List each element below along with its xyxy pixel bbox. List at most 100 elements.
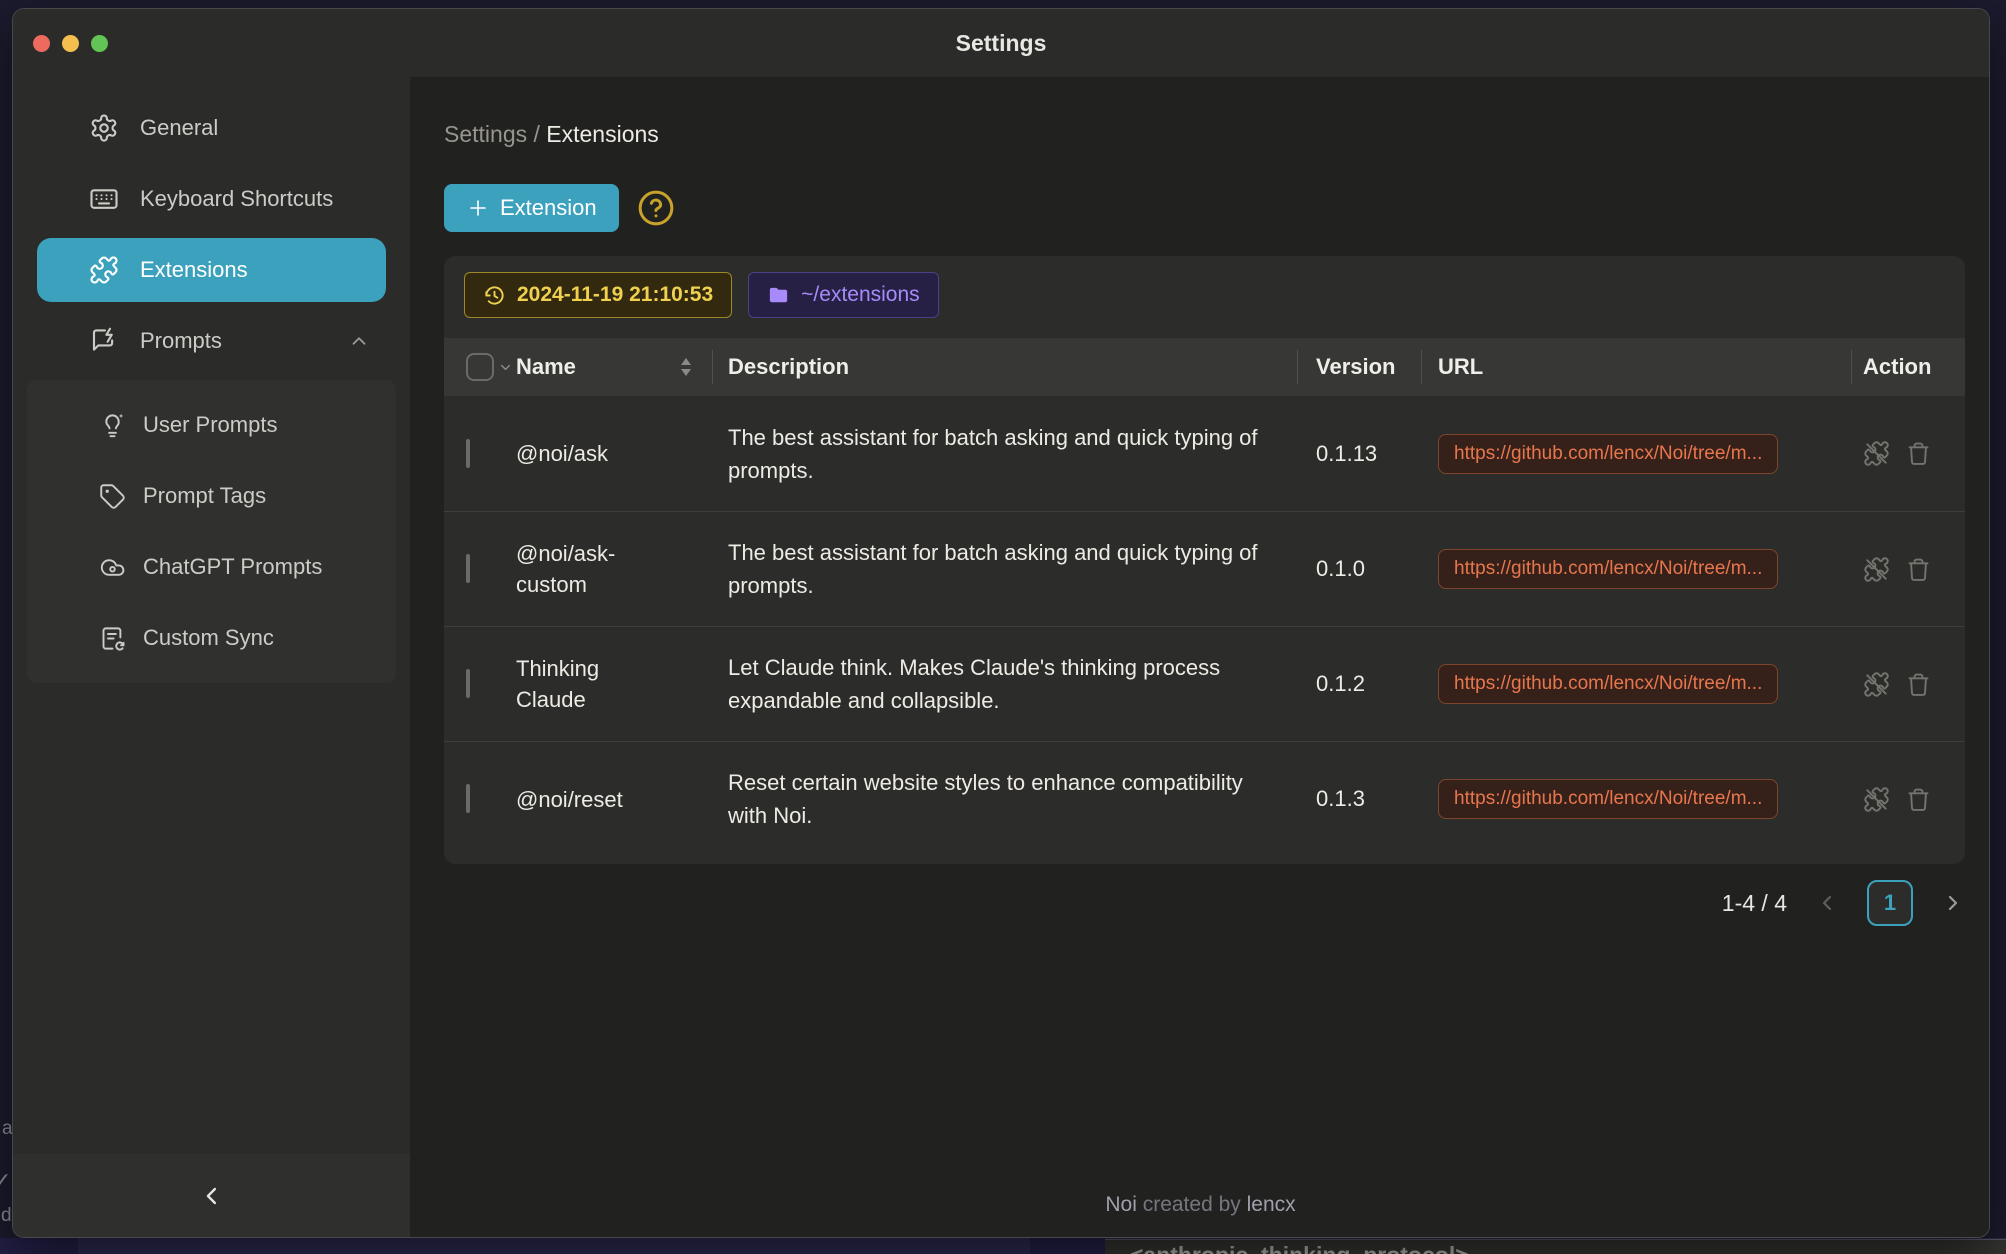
delete-extension-icon[interactable] (1905, 671, 1932, 698)
select-all-checkbox[interactable] (466, 353, 494, 381)
sidebar-item-prompt-tags[interactable]: Prompt Tags (27, 464, 396, 528)
background-window-fragment (1030, 1238, 1105, 1254)
disable-extension-icon[interactable] (1863, 671, 1890, 698)
disable-extension-icon[interactable] (1863, 440, 1890, 467)
sidebar-item-label: User Prompts (143, 412, 277, 438)
minimize-window-button[interactable] (62, 35, 79, 52)
directory-badge[interactable]: ~/extensions (748, 272, 939, 318)
add-extension-button[interactable]: Extension (444, 184, 619, 232)
add-extension-label: Extension (500, 195, 597, 221)
column-header-description: Description (728, 354, 849, 380)
delete-extension-icon[interactable] (1905, 556, 1932, 583)
timestamp-badge[interactable]: 2024-11-19 21:10:53 (464, 272, 732, 318)
sidebar-footer (13, 1154, 410, 1237)
table-meta-row: 2024-11-19 21:10:53 ~/extensions (444, 272, 1965, 338)
help-icon[interactable] (637, 189, 675, 227)
row-checkbox[interactable] (466, 554, 470, 583)
maximize-window-button[interactable] (91, 35, 108, 52)
titlebar: Settings (13, 9, 1989, 77)
sidebar-item-label: Custom Sync (143, 625, 274, 651)
sidebar-item-label: Prompt Tags (143, 483, 266, 509)
row-checkbox[interactable] (466, 439, 470, 468)
pagination-prev-button[interactable] (1815, 891, 1839, 915)
close-window-button[interactable] (33, 35, 50, 52)
breadcrumb-settings-link[interactable]: Settings (444, 121, 527, 147)
extension-name: @noi/reset (516, 784, 712, 815)
column-header-url: URL (1438, 354, 1483, 380)
folder-icon (767, 284, 790, 307)
extension-row: @noi/ask The best assistant for batch as… (444, 396, 1965, 511)
breadcrumb-separator: / (527, 121, 546, 147)
chevron-left-icon (1815, 891, 1839, 915)
sidebar-item-keyboard-shortcuts[interactable]: Keyboard Shortcuts (37, 167, 386, 231)
chevron-up-icon[interactable] (348, 330, 370, 352)
extension-url-link[interactable]: https://github.com/lencx/Noi/tree/m... (1438, 779, 1778, 819)
breadcrumb-current: Extensions (546, 121, 659, 147)
column-header-action: Action (1863, 354, 1931, 380)
extension-url-link[interactable]: https://github.com/lencx/Noi/tree/m... (1438, 434, 1778, 474)
footer-app-link[interactable]: Noi (1105, 1193, 1137, 1216)
sidebar-item-chatgpt-prompts[interactable]: ChatGPT Prompts (27, 535, 396, 599)
sidebar: General Keyboard Shortcuts Extensions Pr… (13, 77, 410, 1237)
extension-url-link[interactable]: https://github.com/lencx/Noi/tree/m... (1438, 664, 1778, 704)
pagination-summary: 1-4 / 4 (1722, 890, 1787, 917)
background-window-fragment (0, 1238, 78, 1254)
document-sync-icon (99, 625, 126, 652)
extension-description: The best assistant for batch asking and … (712, 421, 1297, 487)
sidebar-item-label: Keyboard Shortcuts (140, 186, 333, 212)
pagination-next-button[interactable] (1941, 891, 1965, 915)
sidebar-item-extensions[interactable]: Extensions (37, 238, 386, 302)
sidebar-item-general[interactable]: General (37, 96, 386, 160)
background-edge-checkmark: ✓ (0, 1168, 11, 1194)
extension-description: Let Claude think. Makes Claude's thinkin… (712, 651, 1297, 717)
tag-icon (99, 483, 126, 510)
table-header: Name Description Version URL Action (444, 338, 1965, 396)
pagination: 1-4 / 4 1 (444, 880, 1965, 926)
disable-extension-icon[interactable] (1863, 556, 1890, 583)
sidebar-item-label: Prompts (140, 328, 222, 354)
extension-name: Thinking Claude (516, 653, 712, 715)
extension-row: @noi/reset Reset certain website styles … (444, 741, 1965, 856)
pagination-page-1-button[interactable]: 1 (1867, 880, 1913, 926)
extension-version: 0.1.2 (1297, 671, 1421, 697)
column-header-version: Version (1316, 354, 1395, 380)
lightbulb-icon (99, 412, 126, 439)
column-header-name: Name (516, 354, 576, 380)
extension-name: @noi/ask-custom (516, 538, 712, 600)
delete-extension-icon[interactable] (1905, 440, 1932, 467)
settings-window: Settings General Keyboard Shortcuts Exte… (12, 8, 1990, 1238)
prompt-bubble-icon (89, 326, 119, 356)
extension-row: Thinking Claude Let Claude think. Makes … (444, 626, 1965, 741)
extension-name: @noi/ask (516, 438, 712, 469)
sidebar-item-user-prompts[interactable]: User Prompts (27, 393, 396, 457)
traffic-lights (33, 9, 108, 77)
background-edge-letter: d (1, 1205, 12, 1227)
window-title: Settings (956, 30, 1047, 57)
background-code-window: <anthropic_thinking_protocol> (1105, 1239, 2006, 1254)
extension-version: 0.1.0 (1297, 556, 1421, 582)
sort-control[interactable] (678, 355, 694, 379)
extension-description: The best assistant for batch asking and … (712, 536, 1297, 602)
extension-url-link[interactable]: https://github.com/lencx/Noi/tree/m... (1438, 549, 1778, 589)
sidebar-item-custom-sync[interactable]: Custom Sync (27, 606, 396, 670)
sidebar-item-label: General (140, 115, 218, 141)
sidebar-collapse-icon[interactable] (198, 1182, 226, 1210)
prompts-submenu: User Prompts Prompt Tags ChatGPT Prompts… (27, 380, 396, 683)
sidebar-item-label: Extensions (140, 257, 248, 283)
sidebar-item-prompts[interactable]: Prompts (37, 309, 386, 373)
clock-icon (483, 284, 506, 307)
extensions-table-card: 2024-11-19 21:10:53 ~/extensions (444, 256, 1965, 864)
extension-description: Reset certain website styles to enhance … (712, 766, 1297, 832)
app-footer: Noi created by lencx (410, 1193, 1990, 1217)
extension-row: @noi/ask-custom The best assistant for b… (444, 511, 1965, 626)
row-checkbox[interactable] (466, 669, 470, 698)
disable-extension-icon[interactable] (1863, 786, 1890, 813)
delete-extension-icon[interactable] (1905, 786, 1932, 813)
sort-arrows-icon (678, 355, 694, 379)
row-checkbox[interactable] (466, 784, 470, 813)
breadcrumb: Settings / Extensions (444, 121, 1965, 148)
chevron-down-icon[interactable] (498, 360, 513, 375)
timestamp-text: 2024-11-19 21:10:53 (517, 283, 713, 307)
footer-author-link[interactable]: lencx (1247, 1193, 1296, 1216)
footer-text: created by (1137, 1193, 1247, 1216)
